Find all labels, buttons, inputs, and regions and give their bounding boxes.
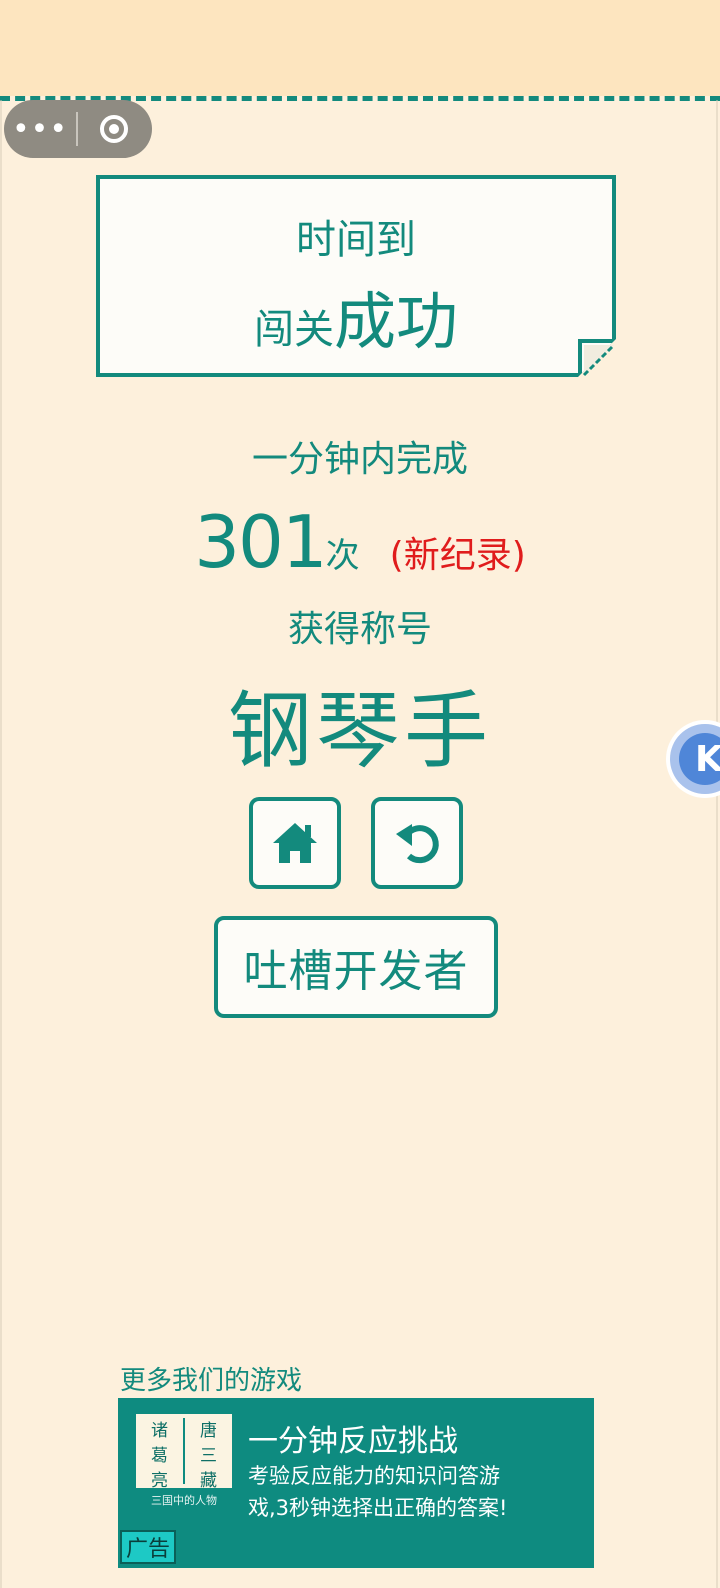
replay-button[interactable] <box>371 797 463 889</box>
within-one-minute-label: 一分钟内完成 <box>251 439 468 480</box>
result-card: 时间到 闯关成功 <box>96 175 616 377</box>
earned-title-label: 获得称号 <box>287 609 432 650</box>
pass-prefix-text: 闯关 <box>253 307 334 353</box>
new-record-tag: (新纪录) <box>389 535 526 576</box>
replay-icon <box>375 801 459 885</box>
pass-result: 闯关成功 <box>100 271 612 361</box>
ad-thumbnail-caption: 三国中的人物 <box>151 1494 217 1507</box>
ad-description: 考验反应能力的知识问答游戏,3秒钟选择出正确的答案! <box>248 1464 508 1520</box>
pass-main-text: 成功 <box>333 285 458 358</box>
more-games-heading: 更多我们的游戏 <box>120 1366 303 1396</box>
thumb-char: 葛 <box>151 1446 168 1466</box>
floating-assistant-icon: K <box>679 733 720 785</box>
page-edge-left <box>0 100 2 1588</box>
home-icon <box>253 801 337 885</box>
ad-thumbnail: 诸 葛 亮 唐 三 藏 <box>136 1414 232 1491</box>
earned-title-name: 钢琴手 <box>227 682 492 780</box>
ad-banner[interactable]: 诸 葛 亮 唐 三 藏 三国中的人物 一分钟反应挑战 考验反应能力的知识问答游戏… <box>118 1398 594 1568</box>
top-header-bar <box>0 0 720 96</box>
page-edge-right <box>716 100 718 1588</box>
ad-badge: 广告 <box>120 1530 176 1564</box>
thumb-char: 唐 <box>200 1421 217 1441</box>
page-fold-corner <box>578 339 616 377</box>
feedback-developer-button[interactable]: 吐槽开发者 <box>214 916 498 1018</box>
thumb-char: 诸 <box>151 1421 168 1441</box>
score-line: 301次 (新纪录) <box>0 500 720 584</box>
thumb-char: 藏 <box>200 1471 217 1491</box>
home-button[interactable] <box>249 797 341 889</box>
score-count: 301 <box>194 500 327 584</box>
more-dots-icon[interactable]: ••• <box>4 100 76 158</box>
feedback-developer-label: 吐槽开发者 <box>243 946 469 997</box>
thumb-char: 亮 <box>151 1471 168 1491</box>
target-icon[interactable] <box>78 100 150 158</box>
score-unit: 次 <box>325 536 360 576</box>
mini-program-capsule: ••• <box>4 100 152 158</box>
time-up-text: 时间到 <box>296 217 416 263</box>
thumb-char: 三 <box>200 1446 217 1466</box>
ad-title: 一分钟反应挑战 <box>248 1424 458 1459</box>
